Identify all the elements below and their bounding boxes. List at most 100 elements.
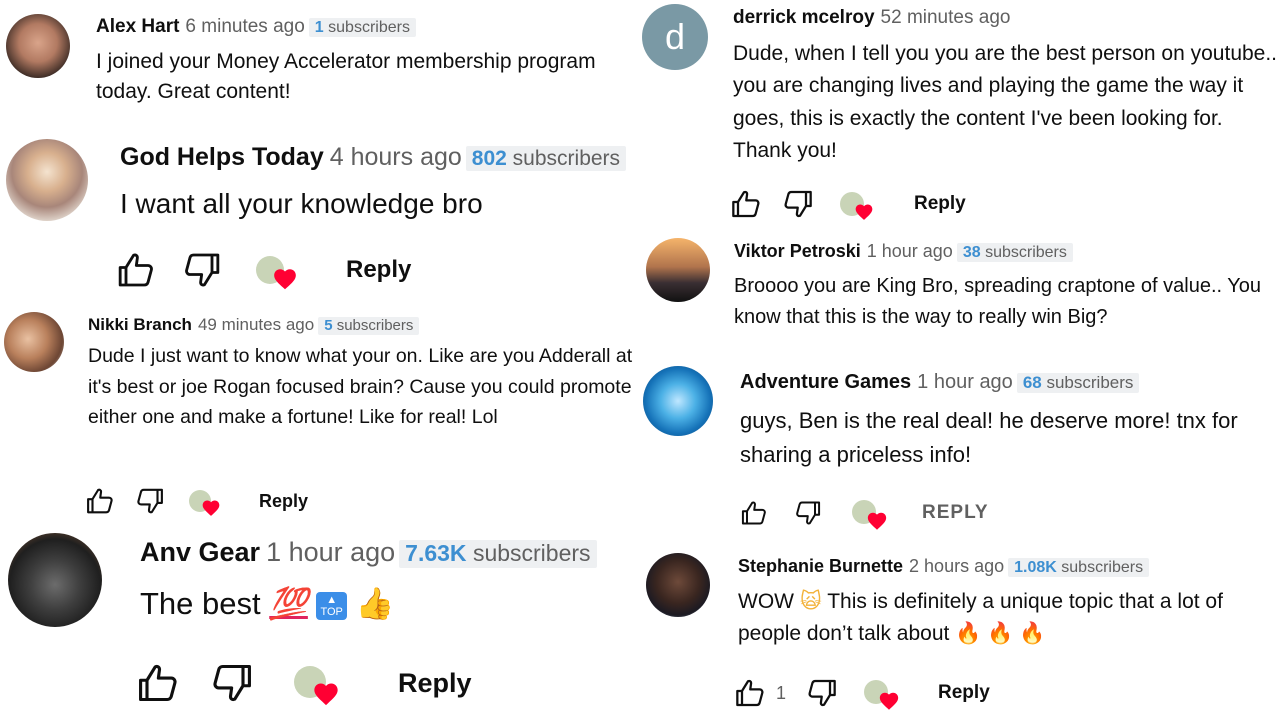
thumbs-up-emoji: 👍 <box>355 586 395 622</box>
comment-text: I joined your Money Accelerator membersh… <box>96 49 596 104</box>
heart-icon <box>854 202 874 222</box>
subscriber-badge: 5 subscribers <box>318 317 420 335</box>
heart-icon <box>272 266 298 292</box>
comment-text: I want all your knowledge bro <box>120 188 483 219</box>
creator-heart <box>852 496 888 530</box>
author-name[interactable]: derrick mcelroy <box>733 7 875 28</box>
avatar[interactable] <box>8 533 102 627</box>
like-button[interactable] <box>734 677 766 709</box>
avatar[interactable]: d <box>642 4 708 70</box>
reply-button[interactable]: Reply <box>938 682 990 704</box>
comment-time[interactable]: 1 hour ago <box>266 537 395 567</box>
reply-button[interactable]: Reply <box>914 193 966 215</box>
author-name[interactable]: Adventure Games <box>740 371 911 393</box>
thumb-up-icon <box>136 661 180 705</box>
comment-time[interactable]: 2 hours ago <box>909 556 1004 576</box>
like-button[interactable] <box>116 250 156 290</box>
subscriber-badge: 7.63K subscribers <box>399 540 597 568</box>
subscriber-label: subscribers <box>1046 373 1134 392</box>
subscriber-count: 1.08K <box>1014 559 1057 576</box>
comment-text: Dude I just want to know what your on. L… <box>88 345 633 428</box>
avatar[interactable] <box>4 312 64 372</box>
dislike-button[interactable] <box>182 250 222 290</box>
subscriber-count: 802 <box>471 147 507 170</box>
weary-cat-emoji: 🙀 <box>799 589 822 613</box>
subscriber-count: 7.63K <box>405 540 467 566</box>
author-name[interactable]: Anv Gear <box>140 537 260 567</box>
dislike-button[interactable] <box>806 677 838 709</box>
subscriber-label: subscribers <box>985 244 1067 261</box>
comment-text: Dude, when I tell you you are the best p… <box>733 41 1278 163</box>
avatar-letter: d <box>664 16 686 57</box>
author-name[interactable]: Alex Hart <box>96 16 179 37</box>
thumb-up-icon <box>734 677 766 709</box>
comment-time[interactable]: 52 minutes ago <box>881 7 1011 28</box>
comment-text: guys, Ben is the real deal! he deserve m… <box>740 408 1238 468</box>
heart-icon <box>878 690 900 712</box>
top-arrow-emoji: ▲ TOP <box>316 592 347 621</box>
dislike-button[interactable] <box>794 499 822 527</box>
heart-icon <box>312 680 340 708</box>
avatar[interactable] <box>6 14 70 78</box>
thumb-down-icon <box>806 677 838 709</box>
dislike-button[interactable] <box>135 486 165 516</box>
thumb-down-icon <box>794 499 822 527</box>
comment-text: Broooo you are King Bro, spreading crapt… <box>734 274 1262 328</box>
subscriber-count: 5 <box>324 317 333 334</box>
subscriber-badge: 802 subscribers <box>465 146 627 172</box>
avatar[interactable] <box>643 366 713 436</box>
subscriber-label: subscribers <box>328 19 410 36</box>
heart-icon <box>201 498 221 518</box>
reply-button[interactable]: Reply <box>346 256 411 284</box>
thumb-up-icon <box>730 188 762 220</box>
comment-time[interactable]: 1 hour ago <box>917 371 1013 393</box>
thumb-down-icon <box>135 486 165 516</box>
thumb-down-icon <box>782 188 814 220</box>
fire-emoji: 🔥 <box>955 622 982 646</box>
comment-text-main: The best <box>140 586 261 622</box>
subscriber-label: subscribers <box>472 540 591 566</box>
author-name[interactable]: God Helps Today <box>120 143 324 171</box>
creator-heart <box>840 188 874 220</box>
like-button[interactable] <box>730 188 762 220</box>
fire-emoji: 🔥 <box>987 622 1014 646</box>
reply-button[interactable]: Reply <box>259 491 308 512</box>
comment-time[interactable]: 1 hour ago <box>867 241 953 261</box>
thumb-down-icon <box>182 250 222 290</box>
comment-text: WOW 🙀 This is definitely a unique topic … <box>738 586 1280 651</box>
avatar[interactable] <box>646 238 710 302</box>
subscriber-count: 38 <box>962 244 981 261</box>
avatar[interactable] <box>646 553 710 617</box>
subscriber-count: 68 <box>1022 373 1042 392</box>
subscriber-label: subscribers <box>336 317 414 334</box>
thumb-up-icon <box>116 250 156 290</box>
thumb-up-icon <box>740 499 768 527</box>
dislike-button[interactable] <box>782 188 814 220</box>
comment-time[interactable]: 49 minutes ago <box>198 315 314 334</box>
like-button[interactable] <box>85 486 115 516</box>
author-name[interactable]: Nikki Branch <box>88 315 192 334</box>
heart-icon <box>866 510 888 532</box>
subscriber-label: subscribers <box>512 147 621 170</box>
creator-heart <box>294 660 342 706</box>
subscriber-count: 1 <box>314 19 324 36</box>
comment-time[interactable]: 6 minutes ago <box>185 16 304 37</box>
author-name[interactable]: Stephanie Burnette <box>738 556 903 576</box>
reply-button[interactable]: Reply <box>398 668 472 699</box>
like-button[interactable] <box>740 499 768 527</box>
like-count: 1 <box>776 682 787 703</box>
author-name[interactable]: Viktor Petroski <box>734 241 861 261</box>
thumb-up-icon <box>85 486 115 516</box>
creator-heart <box>864 676 900 710</box>
creator-heart <box>256 250 298 290</box>
comment-text: The best 💯 ▲ TOP 👍 <box>140 582 640 626</box>
subscriber-badge: 1.08K subscribers <box>1008 558 1150 578</box>
like-button[interactable] <box>136 661 180 705</box>
subscriber-badge: 1 subscribers <box>308 18 416 38</box>
thumb-down-icon <box>210 661 254 705</box>
comment-time[interactable]: 4 hours ago <box>330 143 462 171</box>
creator-heart <box>189 486 221 516</box>
dislike-button[interactable] <box>210 661 254 705</box>
reply-button[interactable]: REPLY <box>922 502 989 524</box>
avatar[interactable] <box>6 139 88 221</box>
